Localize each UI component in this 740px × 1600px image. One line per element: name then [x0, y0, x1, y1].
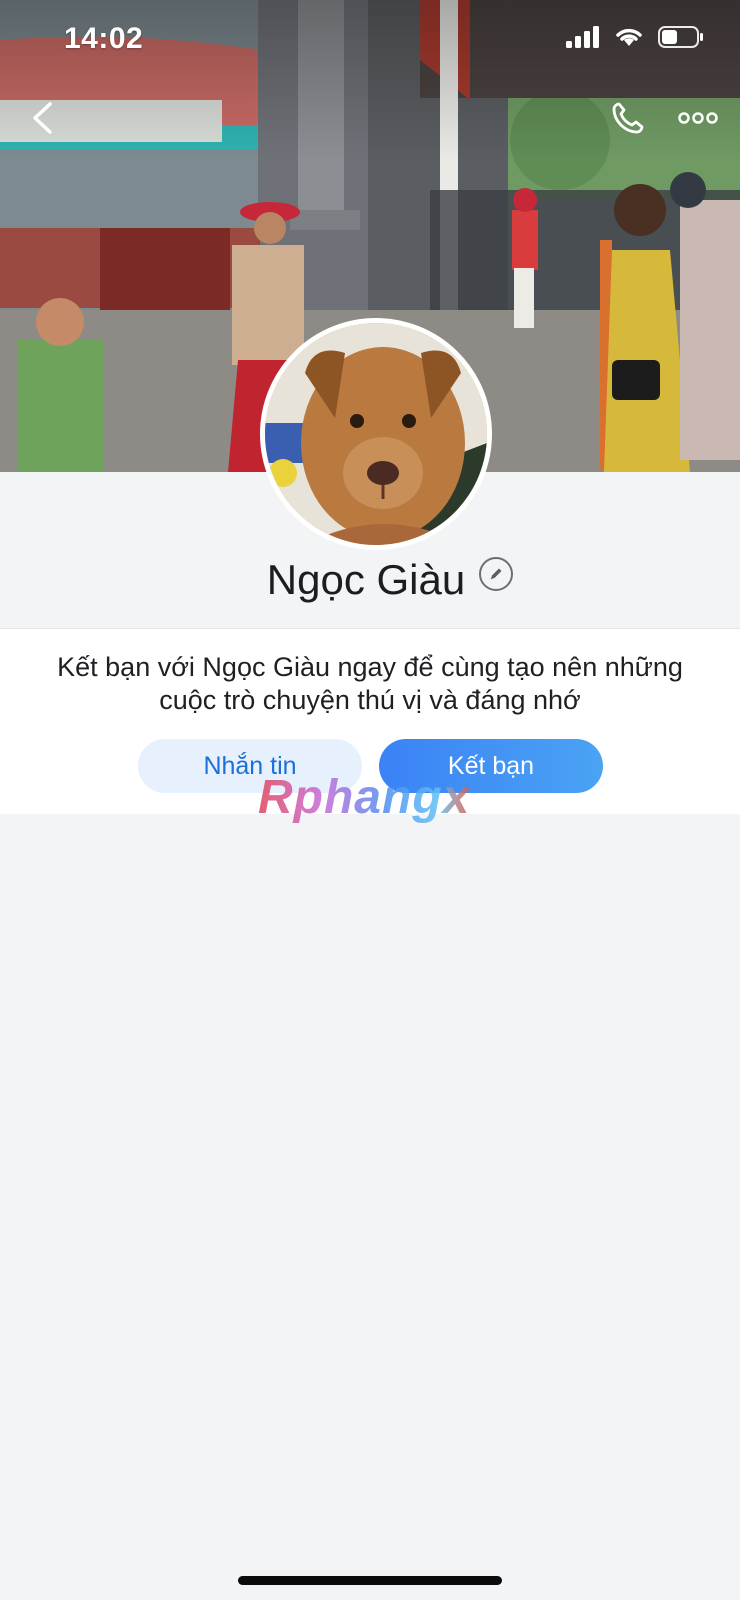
- more-button[interactable]: [676, 96, 720, 140]
- invite-message: Kết bạn với Ngọc Giàu ngay để cùng tạo n…: [57, 652, 683, 715]
- phone-icon: [612, 102, 644, 134]
- avatar[interactable]: [260, 318, 492, 550]
- status-time: 14:02: [64, 22, 144, 55]
- home-indicator: [238, 1576, 502, 1585]
- profile-name-row: Ngọc Giàu: [0, 556, 740, 604]
- call-button[interactable]: [606, 96, 650, 140]
- back-button[interactable]: [20, 96, 64, 140]
- edit-name-button[interactable]: [479, 557, 514, 591]
- battery-icon: [658, 26, 704, 53]
- nav-actions: [606, 96, 720, 140]
- profile-name: Ngọc Giàu: [266, 556, 466, 603]
- status-bar: 14:02: [0, 0, 740, 80]
- wifi-icon: [614, 26, 644, 53]
- status-icons: [566, 26, 704, 53]
- watermark-logo: Rphangx: [258, 771, 471, 824]
- avatar-dog-image: [265, 323, 487, 545]
- signal-icon: [566, 26, 600, 53]
- more-dots-icon: [678, 112, 718, 124]
- chevron-left-icon: [33, 102, 52, 134]
- pencil-icon: [490, 568, 502, 580]
